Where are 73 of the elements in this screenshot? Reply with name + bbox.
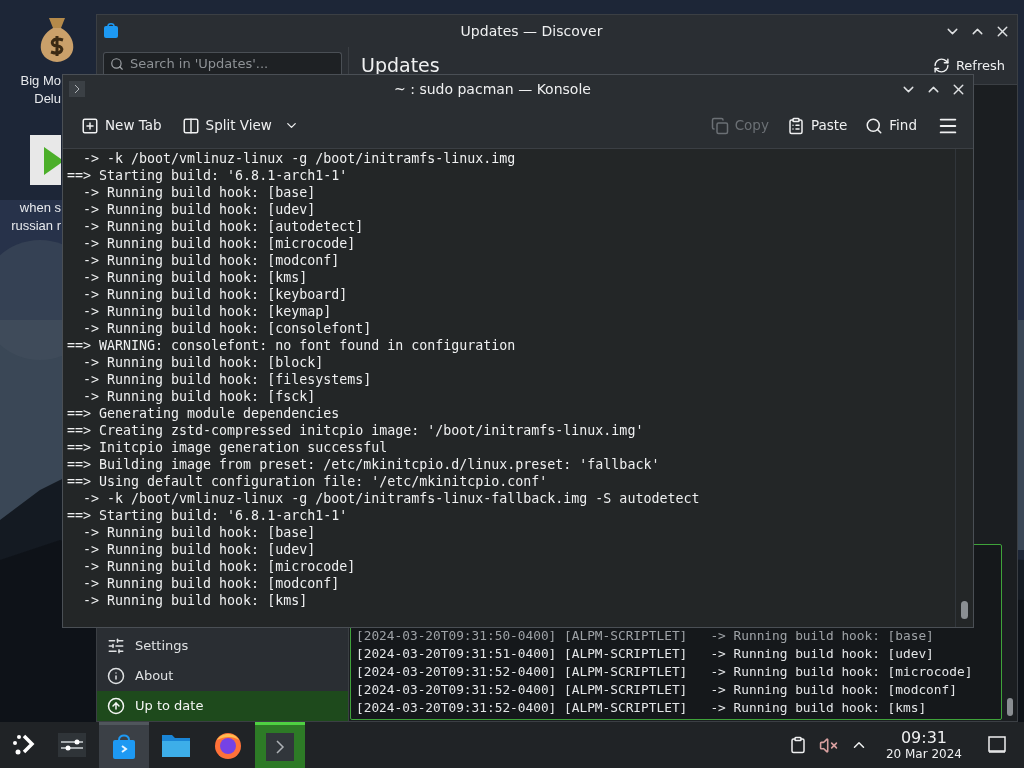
terminal-line: -> Running build hook: [microcode]	[82, 558, 357, 575]
refresh-icon	[932, 57, 950, 74]
window-title: Updates — Discover	[459, 21, 604, 41]
search-icon	[865, 116, 884, 135]
taskbar-task[interactable]	[99, 722, 149, 768]
search-icon	[110, 57, 124, 71]
terminal-line: ==> Creating zstd-compressed initcpio image: '/boot/initramfs-linux.img'	[67, 422, 645, 439]
log-line: [2024-03-20T09:31:50-0400] [ALPM-SCRIPTLET] -> Running build hook: [base]	[356, 627, 935, 645]
terminal-line: -> Running build hook: [udev]	[82, 201, 317, 218]
terminal-line: -> Running build hook: [kms]	[82, 269, 309, 286]
new-tab-icon	[81, 116, 99, 135]
info-icon	[107, 667, 125, 685]
sliders-icon	[107, 637, 125, 655]
muted-speaker-icon[interactable]	[818, 735, 838, 755]
clipboard-icon[interactable]	[788, 736, 807, 754]
shopping-bag-icon	[112, 733, 136, 760]
terminal-icon	[266, 732, 294, 761]
refresh-button[interactable]: Refresh	[932, 55, 1005, 76]
terminal-line: ==> Generating module dependencies	[67, 405, 341, 422]
desktop-icon-label: Big Mo	[20, 72, 61, 90]
terminal-line: -> Running build hook: [kms]	[82, 592, 309, 609]
terminal-line: -> Running build hook: [modconf]	[82, 575, 341, 592]
log-line: [2024-03-20T09:31:52-0400] [ALPM-SCRIPTLET] -> Running build hook: [modconf]	[356, 681, 958, 699]
desktop-icon-label: Delu	[34, 90, 61, 108]
sidebar-item[interactable]: Up to date	[97, 691, 348, 721]
sidebar-item[interactable]: About	[97, 661, 348, 691]
log-line: [2024-03-20T09:31:52-0400] [ALPM-SCRIPTLET] -> Running build hook: [microcode]	[356, 663, 974, 681]
terminal-line: ==> Initcpio image generation successful	[67, 439, 389, 456]
terminal-line: -> Running build hook: [autodetect]	[82, 218, 365, 235]
terminal-app-icon	[69, 81, 85, 97]
sidebar-item[interactable]: Settings	[97, 631, 348, 661]
terminal-line: -> Running build hook: [consolefont]	[82, 320, 373, 337]
clock[interactable]: 09:31 20 Mar 2024	[885, 729, 962, 761]
desktop-icon-label: russian r	[11, 217, 61, 235]
log-line: [2024-03-20T09:31:52-0400] [ALPM-SCRIPTLET] -> Running build hook: [kms]	[356, 699, 928, 717]
copy-icon	[710, 116, 729, 135]
terminal-line: -> -k /boot/vmlinuz-linux -g /boot/initramfs-linux-fallback.img -S autodetect	[82, 490, 701, 507]
terminal-line: ==> Starting build: '6.8.1-arch1-1'	[67, 167, 349, 184]
terminal-line: -> -k /boot/vmlinuz-linux -g /boot/initramfs-linux.img	[82, 150, 517, 167]
terminal-line: -> Running build hook: [keyboard]	[82, 286, 349, 303]
taskbar-task[interactable]	[255, 722, 305, 768]
terminal-line: -> Running build hook: [microcode]	[82, 235, 357, 252]
sliders-icon	[58, 733, 86, 757]
terminal-line: -> Running build hook: [udev]	[82, 541, 317, 558]
terminal-line: -> Running build hook: [fsck]	[82, 388, 317, 405]
terminal-line: -> Running build hook: [keymap]	[82, 303, 333, 320]
terminal-line: ==> Building image from preset: /etc/mkinitcpio.d/linux.preset: 'fallback'	[67, 456, 661, 473]
terminal-line: -> Running build hook: [modconf]	[82, 252, 341, 269]
toolbar-button[interactable]: Paste	[782, 110, 852, 141]
toolbar-button[interactable]: Split View	[177, 110, 276, 141]
up-arrow-circle-icon	[107, 697, 125, 715]
terminal-line: ==> Starting build: '6.8.1-arch1-1'	[67, 507, 349, 524]
search-field[interactable]: Search in 'Updates'...	[103, 51, 342, 75]
folder-icon	[161, 732, 191, 758]
desktop-icon-label: when s	[19, 199, 61, 217]
video-thumbnail-icon[interactable]	[30, 135, 61, 185]
show-desktop-icon[interactable]	[988, 736, 1006, 754]
terminal-line: -> Running build hook: [base]	[82, 524, 317, 541]
page-heading: Updates	[361, 53, 440, 79]
terminal-line: ==> WARNING: consolefont: no font found in configuration	[67, 337, 517, 354]
store-bag-icon	[103, 23, 119, 39]
terminal-line: -> Running build hook: [filesystems]	[82, 371, 373, 388]
scrollbar-thumb[interactable]	[1006, 698, 1013, 716]
terminal-line: -> Running build hook: [base]	[82, 184, 317, 201]
terminal-line: ==> Using default configuration file: '/etc/mkinitcpio.conf'	[67, 473, 549, 490]
window-title: ~ : sudo pacman — Konsole	[393, 79, 592, 99]
toolbar-button[interactable]: Find	[861, 110, 921, 141]
terminal-line: -> Running build hook: [block]	[82, 354, 325, 371]
toolbar-button[interactable]: New Tab	[77, 110, 166, 141]
scrollbar-thumb[interactable]	[961, 601, 968, 619]
columns-icon	[181, 116, 200, 135]
clipboard-icon	[786, 116, 805, 135]
log-line: [2024-03-20T09:31:51-0400] [ALPM-SCRIPTLET] -> Running build hook: [udev]	[356, 645, 935, 663]
